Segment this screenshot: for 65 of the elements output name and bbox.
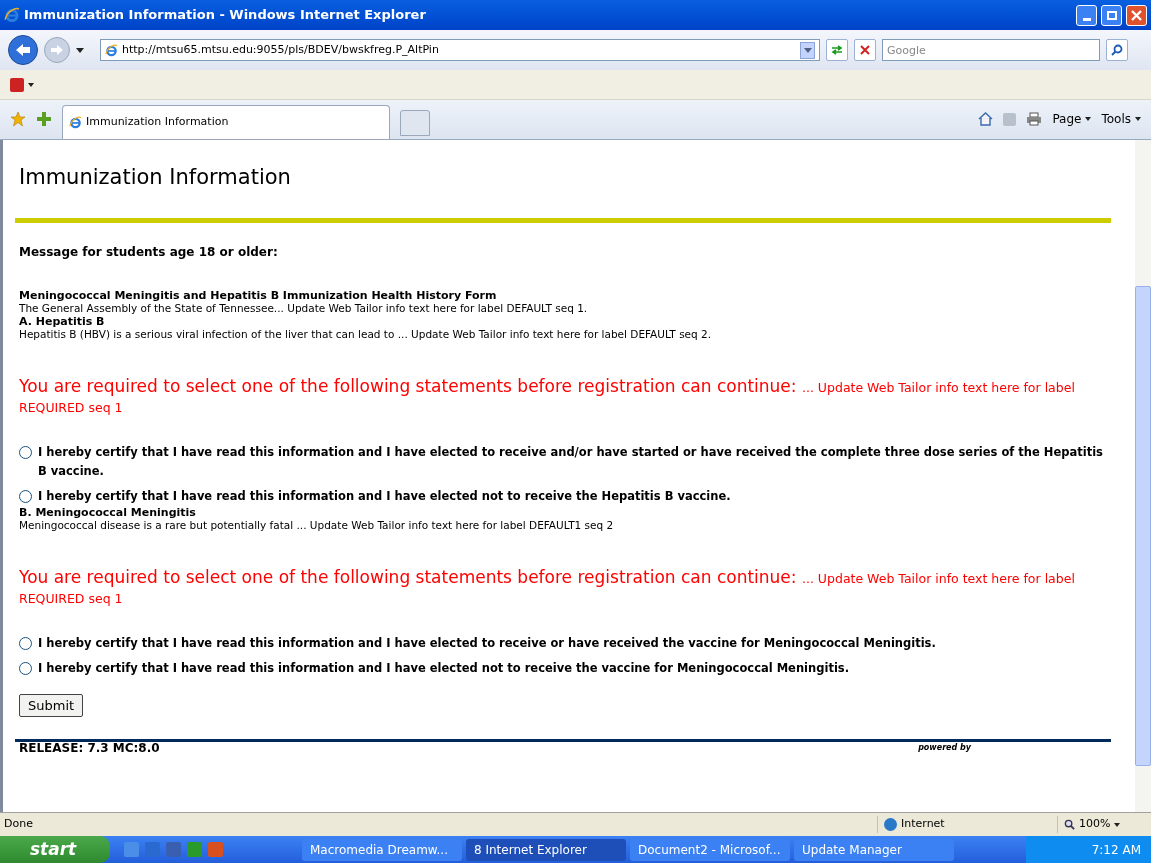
radio-button[interactable]	[19, 445, 32, 459]
radio-label: I hereby certify that I have read this information and I have elected not to receive the vaccine for Meningococcal Meningitis.	[38, 659, 850, 677]
radio-label: I hereby certify that I have read this information and I have elected to receive or have received the vaccine for Meningococcal Meningitis.	[38, 634, 936, 652]
radio-label: I hereby certify that I have read this information and I have elected to receive and/or have started or have received the complete three dose series of the Hepatitis B vaccine.	[38, 443, 1104, 480]
radio-button[interactable]	[19, 489, 32, 503]
address-field[interactable]: http://mtsu65.mtsu.edu:9055/pls/BDEV/bwskfreg.P_AltPin	[100, 39, 820, 61]
section-title: B. Meningococcal Meningitis	[19, 505, 197, 519]
caret-icon[interactable]	[1135, 117, 1141, 121]
info-text: Hepatitis B (HBV) is a serious viral infection of the liver that can lead to ... Update Web Tailor info text here for label DEFAULT seq 2.	[19, 327, 713, 341]
restore-button[interactable]	[1101, 4, 1122, 26]
stop-x-icon[interactable]	[860, 45, 870, 55]
radio-button[interactable]	[19, 636, 32, 650]
start-button[interactable]: start	[0, 836, 110, 863]
back-button[interactable]	[8, 35, 38, 65]
search-icon[interactable]	[1111, 44, 1123, 56]
required-notice: You are required to select one of the following statements before registration can continue: ... Update Web Tailor info text here for label REQUIRED seq 1	[19, 376, 1076, 417]
favorites-star-icon[interactable]	[10, 111, 26, 127]
address-dropdown-button[interactable]	[800, 41, 815, 59]
clock: 7:12 AM	[1026, 836, 1151, 863]
section-title: Meningococcal Meningitis and Hepatitis B Immunization Health History Form	[19, 288, 498, 302]
close-button[interactable]	[1126, 4, 1147, 26]
add-favorite-icon[interactable]	[36, 111, 52, 127]
ie-logo-icon	[69, 116, 82, 129]
magnifier-icon[interactable]	[1064, 819, 1075, 830]
print-icon[interactable]	[1026, 112, 1043, 126]
info-text: Meningococcal disease is a rare but potentially fatal ... Update Web Tailor info text here for label DEFAULT1 seq 2	[19, 518, 615, 532]
ie-logo-icon	[4, 7, 20, 23]
page-heading: Immunization Information	[18, 164, 292, 191]
minimize-button[interactable]	[1076, 4, 1097, 26]
stop-button[interactable]	[854, 39, 876, 61]
command-menu[interactable]: Tools	[1101, 110, 1131, 128]
pdf-tool-icon[interactable]	[10, 77, 24, 92]
taskbar-button[interactable]: 8 Internet Explorer	[466, 838, 626, 861]
section-title: A. Hepatitis B	[19, 314, 106, 328]
zone-text: Internet	[901, 816, 945, 833]
home-icon[interactable]	[978, 112, 994, 126]
refresh-arrows-icon[interactable]	[831, 45, 843, 55]
taskbar-button[interactable]: Update Manager	[794, 838, 954, 861]
search-field[interactable]: Google	[882, 39, 1100, 61]
url-text: http://mtsu65.mtsu.edu:9055/pls/BDEV/bwskfreg.P_AltPin	[122, 41, 440, 58]
zoom-level[interactable]: 100%	[1079, 816, 1111, 833]
taskbar-button[interactable]: Macromedia Dreamw...	[302, 838, 462, 861]
window-title: Immunization Information - Windows Internet Explorer	[24, 6, 427, 25]
caret-icon[interactable]	[1114, 822, 1121, 827]
required-notice: You are required to select one of the following statements before registration can continue: ... Update Web Tailor info text here for label REQUIRED seq 1	[19, 567, 1076, 608]
caret-icon[interactable]	[28, 82, 34, 87]
back-arrow-icon[interactable]	[15, 43, 31, 57]
command-menu[interactable]: Page	[1052, 110, 1082, 128]
radio-label: I hereby certify that I have read this information and I have elected not to receive the Hepatitis B vaccine.	[38, 487, 731, 505]
caret-icon[interactable]	[76, 47, 84, 53]
powered-by-text: powered by	[918, 742, 971, 754]
globe-icon	[884, 818, 897, 831]
status-text: Done	[4, 816, 34, 833]
radio-button[interactable]	[19, 661, 32, 675]
ie-logo-icon	[105, 43, 118, 57]
taskbar-button[interactable]: Document2 - Microsof...	[630, 838, 790, 861]
info-text: The General Assembly of the State of Tennessee... Update Web Tailor info text here for label DEFAULT seq 1.	[19, 301, 589, 315]
close-icon[interactable]	[1131, 9, 1142, 21]
search-button[interactable]	[1106, 39, 1128, 61]
release-text: RELEASE: 7.3 MC:8.0	[18, 742, 160, 756]
refresh-button[interactable]	[826, 39, 848, 61]
submit-button[interactable]: Submit	[19, 693, 84, 717]
message-heading: Message for students age 18 or older:	[19, 243, 279, 261]
browser-tab[interactable]: Immunization Information	[62, 105, 390, 139]
caret-icon[interactable]	[1085, 117, 1092, 121]
